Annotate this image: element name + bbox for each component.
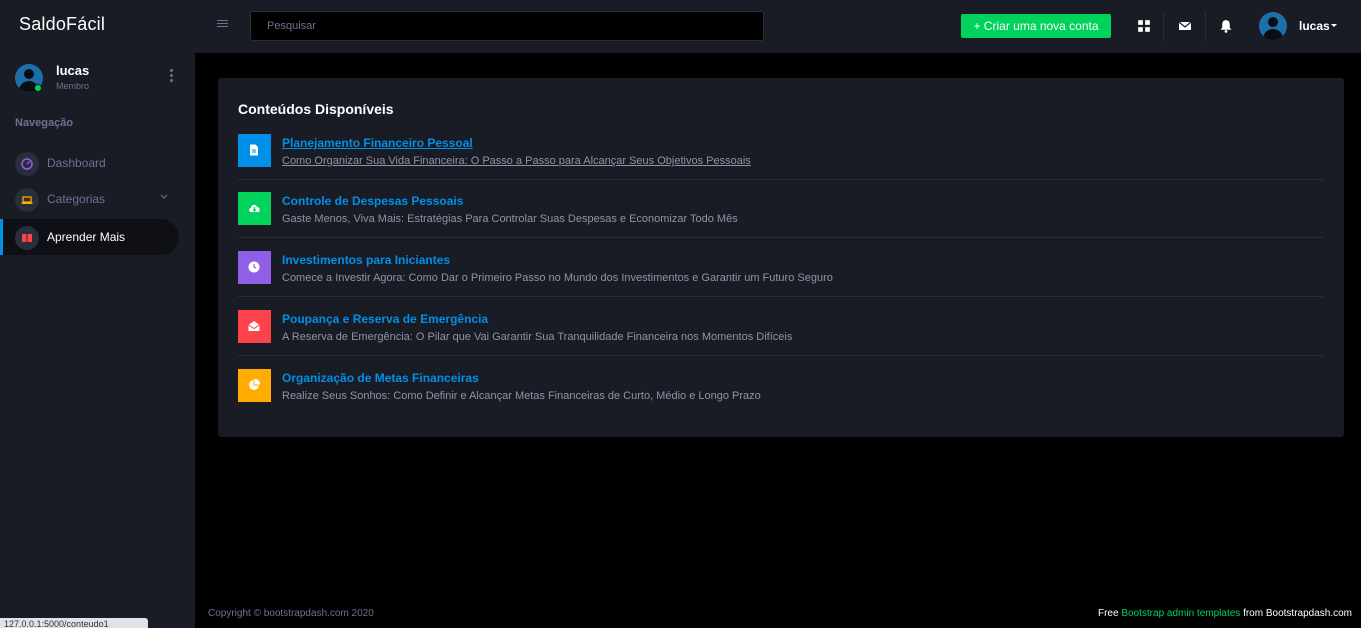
divider — [238, 179, 1323, 180]
sidebar-item-label: Dashboard — [47, 156, 106, 170]
item-subtitle: A Reserva de Emergência: O Pilar que Vai… — [282, 331, 793, 343]
list-item[interactable]: Planejamento Financeiro Pessoal Como Org… — [238, 134, 1323, 193]
item-subtitle[interactable]: Como Organizar Sua Vida Financeira: O Pa… — [282, 155, 751, 167]
clock-icon — [238, 251, 271, 284]
nav-caption: Navegação — [15, 117, 74, 129]
footer-free: Free — [1097, 608, 1119, 619]
status-url-bar: 127.0.0.1:5000/conteudo1 — [0, 618, 148, 628]
bell-icon[interactable] — [1219, 19, 1233, 33]
item-title-link[interactable]: Poupança e Reserva de Emergência — [282, 312, 488, 326]
item-subtitle: Comece a Investir Agora: Como Dar o Prim… — [282, 272, 833, 284]
divider — [1163, 11, 1164, 41]
divider — [1205, 11, 1206, 41]
brand-logo[interactable]: SaldoFácil — [19, 14, 105, 35]
search-input[interactable] — [250, 11, 764, 41]
sidebar-item-aprender-mais[interactable]: Aprender Mais — [0, 219, 179, 255]
item-title-link[interactable]: Planejamento Financeiro Pessoal — [282, 136, 473, 150]
topbar: + Criar uma nova conta lucas — [195, 0, 1361, 53]
divider — [238, 355, 1323, 356]
item-subtitle: Realize Seus Sonhos: Como Definir e Alca… — [282, 390, 761, 402]
divider — [238, 237, 1323, 238]
speedometer-icon — [15, 152, 39, 176]
list-item[interactable]: Poupança e Reserva de Emergência A Reser… — [238, 310, 1323, 369]
profile-role: Membro — [56, 81, 90, 91]
list-item[interactable]: Controle de Despesas Pessoais Gaste Meno… — [238, 192, 1323, 251]
item-title-link[interactable]: Controle de Despesas Pessoais — [282, 194, 463, 208]
sidebar-item-label: Aprender Mais — [47, 230, 126, 244]
content-card: Conteúdos Disponíveis Planejamento Finan… — [218, 78, 1344, 437]
item-subtitle: Gaste Menos, Viva Mais: Estratégias Para… — [282, 213, 738, 225]
divider — [238, 296, 1323, 297]
footer-copyright: Copyright © bootstrapdash.com 2020 — [208, 608, 374, 619]
profile-name: lucas — [56, 63, 90, 78]
caret-down-icon[interactable] — [1331, 24, 1337, 27]
user-menu-name[interactable]: lucas — [1299, 19, 1330, 33]
sidebar: SaldoFácil lucas Membro Navegação Dashbo… — [0, 0, 195, 628]
footer-credits: Free Bootstrap admin templates from Boot… — [1098, 608, 1352, 619]
kebab-menu-icon[interactable] — [170, 69, 174, 83]
footer-templates-link[interactable]: Bootstrap admin templates — [1121, 608, 1240, 619]
online-status-dot — [34, 84, 42, 92]
sidebar-item-dashboard[interactable]: Dashboard — [0, 145, 179, 181]
item-title-link[interactable]: Organização de Metas Financeiras — [282, 371, 479, 385]
book-icon — [15, 226, 39, 250]
pie-chart-icon — [238, 369, 271, 402]
create-account-button[interactable]: + Criar uma nova conta — [961, 14, 1111, 38]
grid-icon[interactable] — [1137, 19, 1151, 33]
sidebar-item-categorias[interactable]: Categorias — [0, 181, 179, 217]
sidebar-item-label: Categorias — [47, 192, 106, 206]
file-icon — [238, 134, 271, 167]
cloud-download-icon — [238, 192, 271, 225]
sidebar-profile: lucas Membro — [15, 62, 185, 96]
footer-from: from Bootstrapdash.com — [1243, 608, 1352, 619]
card-title: Conteúdos Disponíveis — [238, 101, 394, 117]
menu-toggle-icon[interactable] — [217, 20, 228, 30]
item-title-link[interactable]: Investimentos para Iniciantes — [282, 253, 450, 267]
mail-icon[interactable] — [1178, 19, 1192, 33]
chevron-down-icon — [160, 194, 168, 199]
envelope-open-icon — [238, 310, 271, 343]
user-avatar[interactable] — [1259, 12, 1287, 40]
list-item[interactable]: Investimentos para Iniciantes Comece a I… — [238, 251, 1323, 310]
laptop-icon — [15, 188, 39, 212]
list-item[interactable]: Organização de Metas Financeiras Realize… — [238, 369, 1323, 428]
